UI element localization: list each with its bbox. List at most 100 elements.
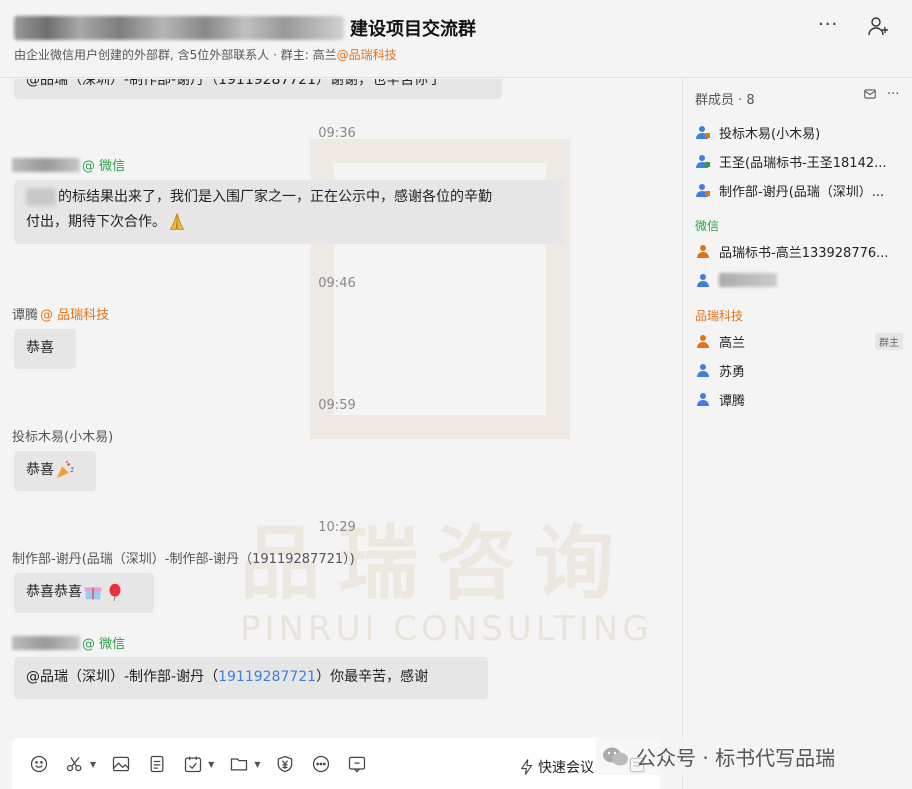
redacted-title-prefix <box>14 16 344 40</box>
more-tools-button[interactable] <box>308 751 334 777</box>
folder-options-caret[interactable]: ▼ <box>254 760 260 769</box>
chat-header: 建设项目交流群 由企业微信用户创建的外部群, 含5位外部联系人 · 群主: 高兰… <box>0 0 912 78</box>
add-member-icon[interactable] <box>866 14 890 38</box>
subtitle-text: 由企业微信用户创建的外部群, 含5位外部联系人 · 群主: 高兰 <box>14 48 337 62</box>
chat-subtitle: 由企业微信用户创建的外部群, 含5位外部联系人 · 群主: 高兰@品瑞科技 <box>14 46 397 63</box>
redacted-name <box>12 636 80 650</box>
message-bubble[interactable]: @品瑞（深圳）-制作部-谢丹（19119287721）你最辛苦，感谢 <box>14 657 488 699</box>
sender-name: 投标木易(小木易) <box>12 426 113 445</box>
panel-more-icon[interactable]: ··· <box>887 87 899 102</box>
sender-name: 制作部-谢丹(品瑞（深圳）-制作部-谢丹（19119287721）) <box>12 548 355 567</box>
folder-button[interactable] <box>226 751 252 777</box>
owner-badge: 群主 <box>875 333 903 350</box>
message-text-line2: 付出，期待下次合作。 <box>26 214 166 230</box>
message-composer-toolbar: ▼ ▼ ▼ 快速会议 <box>12 738 660 789</box>
member-name: 苏勇 <box>719 361 745 380</box>
file-button[interactable] <box>144 751 170 777</box>
message-text: 恭喜 <box>26 462 54 478</box>
member-item[interactable]: 谭腾 <box>695 388 907 410</box>
message-text: 恭喜 <box>26 340 54 356</box>
group-label-wechat: 微信 <box>695 217 719 234</box>
group-label-org: 品瑞科技 <box>695 307 743 324</box>
panel-actions: ··· <box>863 87 899 102</box>
red-packet-button[interactable] <box>272 751 298 777</box>
message-bubble-partial[interactable]: @品瑞（深圳）-制作部-谢丹（19119287721）谢谢，也辛苦你了 <box>14 79 502 99</box>
calendar-check-icon <box>183 754 203 774</box>
message-bubble[interactable]: 的标结果出来了，我们是入围厂家之一，正在公示中，感谢各位的辛勤 付出，期待下次合… <box>14 180 564 244</box>
schedule-button[interactable] <box>180 751 206 777</box>
user-icon <box>695 391 711 407</box>
redacted-name <box>12 158 80 172</box>
message-text: @品瑞（深圳）-制作部-谢丹（19119287721）谢谢，也辛苦你了 <box>26 79 442 88</box>
quick-meeting-button[interactable]: 快速会议 <box>518 754 594 780</box>
message-bubble[interactable]: 恭喜恭喜 <box>14 573 154 613</box>
message-text: 恭喜恭喜 <box>26 584 82 600</box>
screenshot-options-caret[interactable]: ▼ <box>90 760 96 769</box>
timestamp: 09:36 <box>310 126 364 141</box>
smiley-icon <box>29 754 49 774</box>
message-text: @品瑞（深圳）-制作部-谢丹（ <box>26 669 218 685</box>
image-icon <box>111 754 131 774</box>
subtitle-org: @品瑞科技 <box>337 48 397 62</box>
member-item[interactable]: 高兰 群主 <box>695 330 907 352</box>
gift-icon <box>82 581 104 603</box>
more-icon[interactable]: ··· <box>818 14 838 35</box>
user-icon <box>695 243 711 259</box>
phone-link[interactable]: 19119287721 <box>218 669 316 685</box>
message-text-tail: ）你最辛苦，感谢 <box>316 669 428 685</box>
message-bubble[interactable]: 恭喜 <box>14 451 96 491</box>
chat-message-area[interactable]: 品瑞咨询 PINRUI CONSULTING @品瑞（深圳）-制作部-谢丹（19… <box>0 79 682 734</box>
document-icon <box>147 754 167 774</box>
redacted-text <box>26 188 56 206</box>
lightning-icon <box>518 754 536 780</box>
message-sender: @ 微信 <box>12 633 125 652</box>
user-icon <box>695 362 711 378</box>
user-icon <box>695 182 711 198</box>
chat-record-button[interactable] <box>344 751 370 777</box>
sender-source-tag: @ 微信 <box>82 633 125 652</box>
screenshot-button[interactable] <box>62 751 88 777</box>
corner-watermark: 公众号 · 标书代写品瑞 <box>596 738 841 775</box>
member-item[interactable]: 投标木易(小木易) <box>695 121 907 143</box>
corner-watermark-text: 公众号 · 标书代写品瑞 <box>636 742 835 771</box>
member-name: 高兰 <box>719 332 745 351</box>
members-count-label: 群成员 · 8 <box>695 89 755 108</box>
sender-org-tag: @ 品瑞科技 <box>40 304 109 323</box>
message-bubble[interactable]: 恭喜 <box>14 329 76 369</box>
message-sender: 制作部-谢丹(品瑞（深圳）-制作部-谢丹（19119287721）) <box>12 548 355 567</box>
sender-source-tag: @ 微信 <box>82 155 125 174</box>
user-icon <box>695 272 711 288</box>
timestamp: 09:46 <box>310 276 364 291</box>
member-name: 品瑞标书-高兰133928776... <box>719 242 889 261</box>
message-square-icon <box>347 754 367 774</box>
message-text-line1: 的标结果出来了，我们是入围厂家之一，正在公示中，感谢各位的辛勤 <box>58 189 492 205</box>
more-circle-icon <box>311 754 331 774</box>
member-name: 谭腾 <box>719 390 745 409</box>
message-sender: 投标木易(小木易) <box>12 426 113 445</box>
message-sender: @ 微信 <box>12 155 125 174</box>
member-item[interactable] <box>695 269 907 291</box>
timestamp: 09:59 <box>310 398 364 413</box>
watermark-en: PINRUI CONSULTING <box>240 609 653 649</box>
balloon-icon <box>104 581 126 603</box>
party-popper-icon <box>54 459 76 481</box>
member-name: 王圣(品瑞标书-王圣18142... <box>719 152 887 171</box>
member-panel: 群成员 · 8 ··· 投标木易(小木易) 王圣(品瑞标书-王圣18142...… <box>682 79 912 789</box>
schedule-options-caret[interactable]: ▼ <box>208 760 214 769</box>
user-icon <box>695 153 711 169</box>
member-item[interactable]: 品瑞标书-高兰133928776... <box>695 240 907 262</box>
member-item[interactable]: 制作部-谢丹(品瑞（深圳）... <box>695 179 907 201</box>
user-icon <box>695 333 711 349</box>
mail-icon[interactable] <box>863 87 877 101</box>
quick-meeting-label: 快速会议 <box>538 757 594 777</box>
yen-shield-icon <box>275 754 295 774</box>
image-button[interactable] <box>108 751 134 777</box>
wechat-logo-icon <box>602 745 630 769</box>
emoji-button[interactable] <box>26 751 52 777</box>
chat-title-row: 建设项目交流群 <box>14 14 476 42</box>
folder-icon <box>229 754 249 774</box>
member-name: 制作部-谢丹(品瑞（深圳）... <box>719 181 884 200</box>
chat-title: 建设项目交流群 <box>350 15 476 41</box>
member-item[interactable]: 王圣(品瑞标书-王圣18142... <box>695 150 907 172</box>
member-item[interactable]: 苏勇 <box>695 359 907 381</box>
